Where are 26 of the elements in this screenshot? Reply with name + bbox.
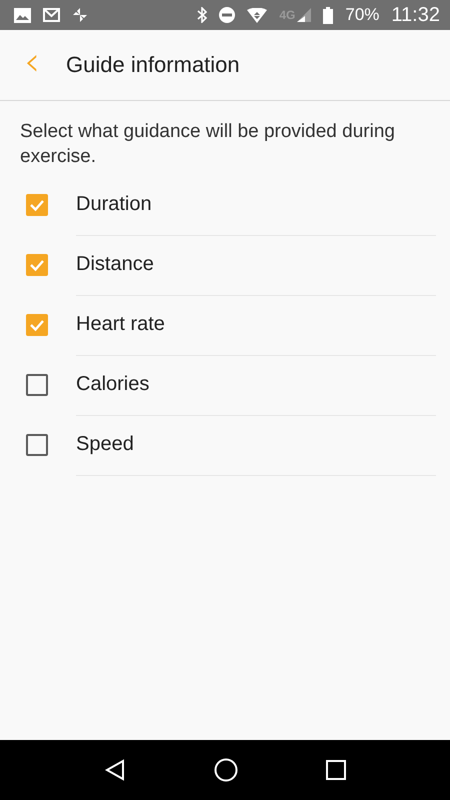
- battery-percent: 70%: [345, 5, 380, 25]
- description: Select what guidance will be provided during exercise.: [20, 120, 396, 169]
- option-label: Calories: [76, 373, 150, 396]
- mail-icon: [43, 8, 60, 22]
- back-icon[interactable]: [104, 759, 126, 781]
- option-label: Duration: [76, 193, 152, 216]
- signal-icon: [297, 8, 312, 22]
- pinwheel-icon: [72, 7, 88, 23]
- wifi-icon: [247, 8, 268, 22]
- checkbox[interactable]: [26, 314, 48, 336]
- recents-icon[interactable]: [326, 760, 346, 780]
- option-label: Distance: [76, 253, 154, 276]
- bluetooth-icon: [197, 7, 208, 23]
- option-label: Heart rate: [76, 313, 165, 336]
- back-button[interactable]: ‹: [18, 42, 46, 82]
- checkbox[interactable]: [26, 434, 48, 456]
- checkbox[interactable]: [26, 194, 48, 216]
- do-not-disturb-icon: [219, 7, 236, 23]
- checkbox[interactable]: [26, 374, 48, 396]
- clock: 11:32: [391, 4, 440, 26]
- image-icon: [14, 8, 31, 22]
- option-label: Speed: [76, 433, 134, 456]
- checkbox[interactable]: [26, 254, 48, 276]
- screen-title: Guide information: [66, 52, 240, 78]
- home-icon[interactable]: [214, 758, 238, 782]
- battery-icon: [323, 6, 334, 24]
